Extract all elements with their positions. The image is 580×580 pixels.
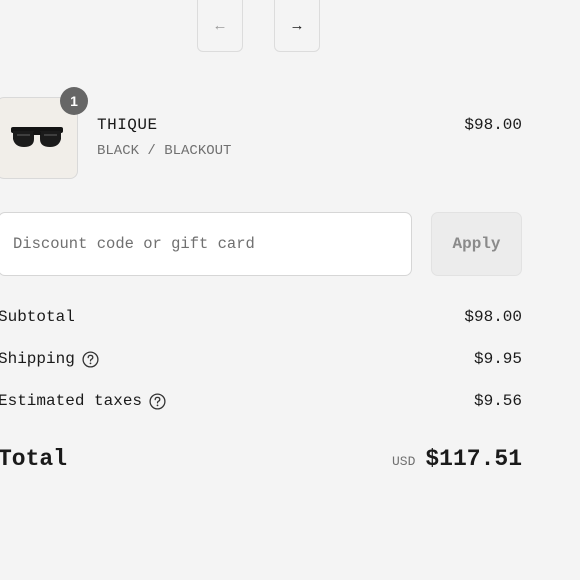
order-summary: ← → 1 THIQUE BLACK / BLACKOUT $98.00 App… — [0, 0, 580, 580]
quantity-badge: 1 — [60, 87, 88, 115]
discount-code-input[interactable] — [0, 212, 412, 276]
total-row: Total USD $117.51 — [0, 446, 522, 472]
taxes-help-icon[interactable] — [149, 392, 166, 410]
product-name: THIQUE — [97, 116, 158, 134]
product-price: $98.00 — [464, 116, 522, 134]
previous-button[interactable]: ← — [197, 0, 243, 52]
arrow-left-icon: ← — [215, 17, 225, 35]
arrow-right-icon: → — [292, 17, 302, 35]
subtotal-value: $98.00 — [464, 308, 522, 326]
product-variant: BLACK / BLACKOUT — [97, 143, 232, 159]
shipping-label: Shipping — [0, 350, 75, 368]
total-value: $117.51 — [425, 446, 522, 472]
sunglasses-icon — [11, 127, 63, 147]
shipping-value: $9.95 — [473, 350, 522, 368]
taxes-row: Estimated taxes $9.56 — [0, 392, 522, 410]
next-button[interactable]: → — [274, 0, 320, 52]
shipping-help-icon[interactable] — [82, 350, 99, 368]
shipping-row: Shipping $9.95 — [0, 350, 522, 368]
taxes-label: Estimated taxes — [0, 392, 143, 410]
total-label: Total — [0, 446, 68, 472]
taxes-value: $9.56 — [473, 392, 522, 410]
subtotal-row: Subtotal $98.00 — [0, 308, 522, 326]
currency-code: USD — [391, 454, 416, 469]
apply-discount-button[interactable]: Apply — [431, 212, 522, 276]
subtotal-label: Subtotal — [0, 308, 75, 326]
